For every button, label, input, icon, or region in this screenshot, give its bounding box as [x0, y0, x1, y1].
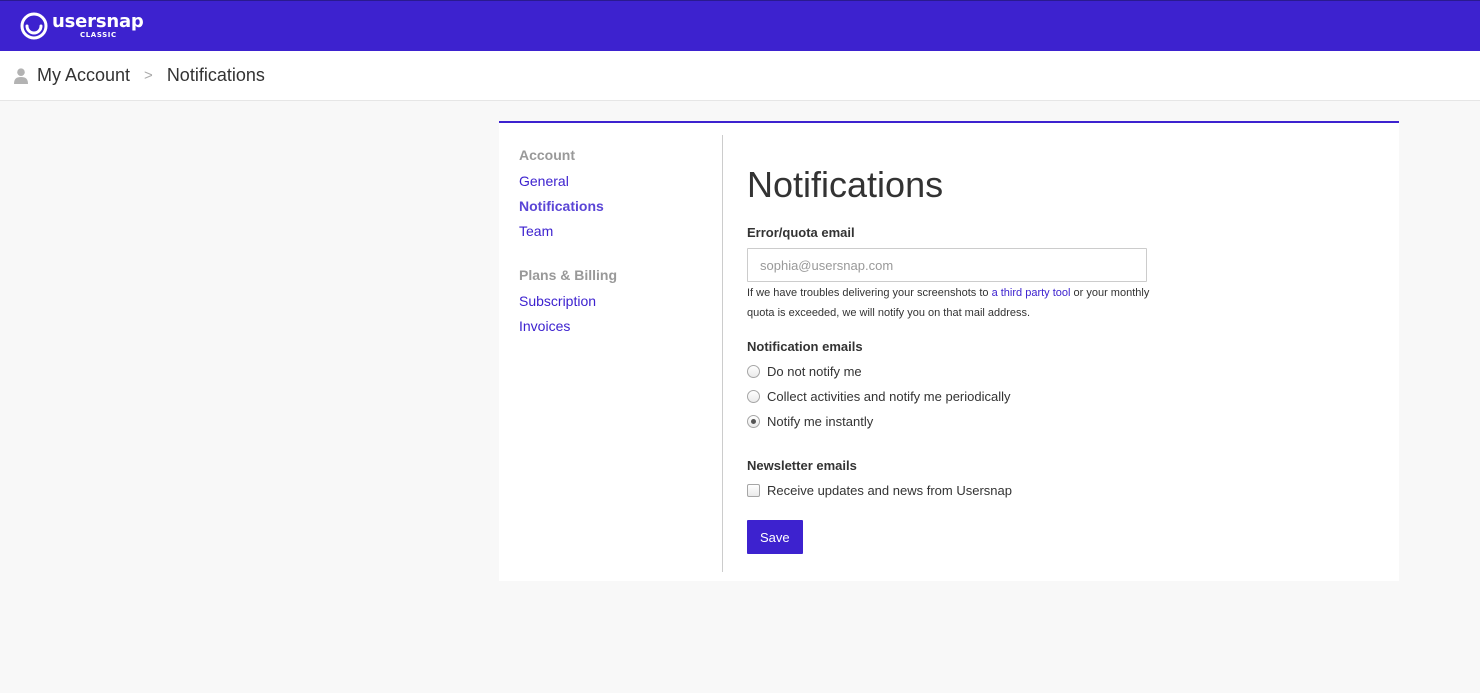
error-email-help: If we have troubles delivering your scre…	[747, 283, 1167, 323]
option-do-not-notify[interactable]: Do not notify me	[747, 359, 1167, 384]
breadcrumb-separator: >	[144, 67, 153, 84]
breadcrumb-my-account[interactable]: My Account	[37, 65, 130, 86]
option-notify-periodically[interactable]: Collect activities and notify me periodi…	[747, 384, 1167, 409]
sidebar-item-general[interactable]: General	[519, 172, 719, 197]
newsletter-checkbox-label: Receive updates and news from Usersnap	[767, 483, 1012, 498]
page-title: Notifications	[747, 164, 944, 205]
error-email-label: Error/quota email	[747, 225, 855, 240]
help-text-start: If we have troubles delivering your scre…	[747, 287, 992, 299]
error-email-input[interactable]	[747, 248, 1147, 282]
radio-do-not-notify[interactable]	[747, 365, 760, 378]
newsletter-checkbox[interactable]	[747, 484, 760, 497]
newsletter-emails-label: Newsletter emails	[747, 458, 857, 473]
third-party-tool-link[interactable]: a third party tool	[992, 287, 1071, 299]
sidebar-group-plans-billing: Plans & Billing	[519, 267, 618, 283]
option-notify-instantly-label: Notify me instantly	[767, 414, 874, 429]
sidebar-group-account: Account	[519, 147, 575, 163]
logo-edition: CLASSIC	[80, 31, 117, 39]
notifications-form: Notifications Error/quota email If we ha…	[747, 161, 1167, 554]
usersnap-logo[interactable]: usersnap CLASSIC	[20, 12, 144, 40]
notification-options: Do not notify me Collect activities and …	[747, 359, 1167, 434]
sidebar-item-team[interactable]: Team	[519, 222, 719, 247]
logo-text: usersnap CLASSIC	[52, 12, 144, 39]
top-bar: usersnap CLASSIC	[0, 0, 1480, 51]
radio-notify-periodically[interactable]	[747, 390, 760, 403]
settings-sidebar: Account General Notifications Team Plans…	[519, 147, 719, 342]
usersnap-logo-icon	[20, 12, 48, 40]
option-notify-periodically-label: Collect activities and notify me periodi…	[767, 389, 1011, 404]
sidebar-divider	[722, 135, 723, 572]
logo-wordmark: usersnap	[52, 11, 144, 32]
user-icon	[14, 67, 28, 84]
sidebar-item-subscription[interactable]: Subscription	[519, 292, 719, 317]
save-button[interactable]: Save	[747, 520, 803, 554]
breadcrumb-current: Notifications	[166, 65, 265, 85]
option-do-not-notify-label: Do not notify me	[767, 364, 862, 379]
option-notify-instantly[interactable]: Notify me instantly	[747, 409, 1167, 434]
notification-emails-label: Notification emails	[747, 339, 863, 354]
breadcrumb: My Account > Notifications	[0, 51, 1480, 101]
sidebar-item-notifications[interactable]: Notifications	[519, 197, 719, 222]
newsletter-options: Receive updates and news from Usersnap	[747, 478, 1167, 503]
sidebar-item-invoices[interactable]: Invoices	[519, 317, 719, 342]
option-newsletter[interactable]: Receive updates and news from Usersnap	[747, 478, 1167, 503]
radio-notify-instantly[interactable]	[747, 415, 760, 428]
settings-card: Account General Notifications Team Plans…	[499, 121, 1399, 581]
